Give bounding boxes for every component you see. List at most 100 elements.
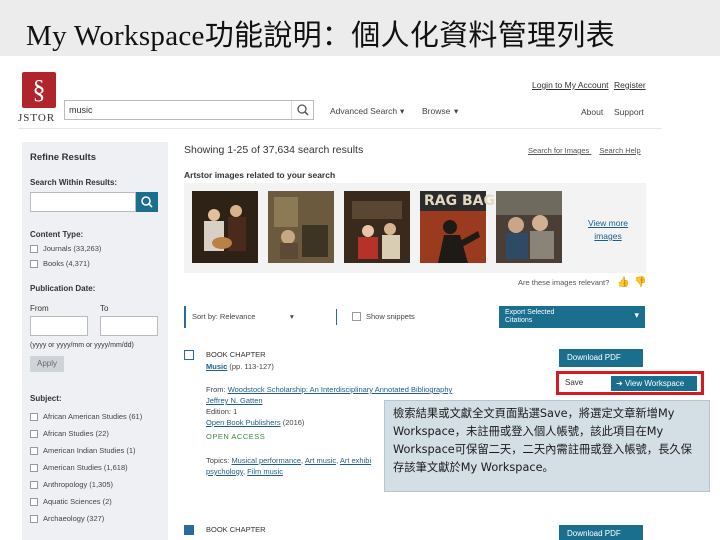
date-from-input[interactable] bbox=[30, 316, 88, 336]
subject-checkbox[interactable] bbox=[30, 515, 38, 523]
source-book-link[interactable]: Woodstock Scholarship: An Interdisciplin… bbox=[228, 385, 453, 394]
search-links: Search for Images Search Help bbox=[528, 146, 641, 155]
sort-toolbar: Sort by: Relevance ▾ Show snippets bbox=[184, 306, 494, 328]
artstor-thumbnail[interactable] bbox=[496, 191, 562, 263]
artstor-thumbnail[interactable]: RAG BAG bbox=[420, 191, 495, 263]
view-more-images-link[interactable]: View more images bbox=[578, 217, 638, 243]
toolbar-divider bbox=[336, 309, 337, 325]
search-within-input[interactable] bbox=[30, 192, 136, 212]
save-button[interactable]: Save bbox=[565, 378, 583, 387]
show-snippets-label: Show snippets bbox=[366, 312, 415, 321]
artstor-heading: Artstor images related to your search bbox=[184, 170, 336, 180]
subject-item: Anthropology (1,305) bbox=[43, 480, 114, 489]
author-link[interactable]: Jeffrey N. Gatten bbox=[206, 396, 263, 405]
search-within-label: Search Within Results: bbox=[30, 178, 118, 187]
edition-text: Edition: 1 bbox=[206, 407, 238, 416]
view-workspace-label: View Workspace bbox=[624, 379, 685, 388]
photo-image bbox=[496, 191, 562, 263]
subject-item: Aquatic Sciences (2) bbox=[43, 497, 112, 506]
publication-date-label: Publication Date: bbox=[30, 284, 96, 293]
books-filter-label: Books (4,371) bbox=[43, 259, 90, 268]
export-label-line1: Export Selected bbox=[505, 309, 555, 316]
artstor-thumbnail[interactable] bbox=[192, 191, 258, 263]
subject-checkbox[interactable] bbox=[30, 413, 38, 421]
result-title-link[interactable]: Music bbox=[206, 362, 227, 371]
journals-checkbox[interactable] bbox=[30, 245, 38, 253]
open-access-badge: OPEN ACCESS bbox=[206, 432, 266, 441]
subject-label: Subject: bbox=[30, 394, 62, 403]
subject-item: American Studies (1,618) bbox=[43, 463, 128, 472]
search-help-link[interactable]: Search Help bbox=[599, 146, 640, 155]
result-type: BOOK CHAPTER bbox=[206, 350, 266, 359]
search-within-button[interactable] bbox=[136, 192, 158, 212]
journals-filter-label: Journals (33,263) bbox=[43, 244, 102, 253]
chevron-down-icon: ▾ bbox=[290, 312, 294, 321]
view-workspace-button[interactable]: ➔ View Workspace bbox=[611, 376, 697, 391]
subject-checkbox[interactable] bbox=[30, 447, 38, 455]
artstor-thumbnails: RAG BAG View more images bbox=[184, 183, 646, 273]
date-to-input[interactable] bbox=[100, 316, 158, 336]
topic-link[interactable]: Film music bbox=[247, 467, 283, 476]
refine-title: Refine Results bbox=[30, 152, 96, 163]
download-pdf-button[interactable]: Download PDF bbox=[559, 525, 643, 540]
sort-dropdown[interactable]: Sort by: Relevance bbox=[192, 312, 255, 321]
poster-figure bbox=[420, 211, 486, 263]
publication-year: (2016) bbox=[282, 418, 305, 427]
subject-item: African American Studies (61) bbox=[43, 412, 143, 421]
painting-image bbox=[344, 191, 410, 263]
result-type: BOOK CHAPTER bbox=[206, 525, 266, 534]
books-checkbox[interactable] bbox=[30, 260, 38, 268]
topics-label: Topics: bbox=[206, 456, 230, 465]
refine-panel: Refine Results Search Within Results: Co… bbox=[22, 142, 168, 540]
jstor-logo[interactable]: § JSTOR bbox=[18, 72, 60, 126]
apply-button[interactable]: Apply bbox=[30, 356, 64, 372]
painting-image bbox=[268, 191, 334, 263]
topic-link[interactable]: psychology bbox=[206, 467, 243, 476]
thumbs-down-icon[interactable]: 👎 bbox=[634, 277, 646, 288]
export-label-line2: Citations bbox=[505, 317, 533, 324]
subject-item: African Studies (22) bbox=[43, 429, 109, 438]
results-count: Showing 1-25 of 37,634 search results bbox=[184, 144, 364, 156]
images-label: images bbox=[594, 231, 622, 241]
result-checkbox[interactable] bbox=[184, 350, 194, 360]
export-citations-button[interactable]: Export Selected Citations ▾ bbox=[499, 306, 645, 328]
show-snippets-checkbox[interactable] bbox=[352, 312, 361, 321]
topic-link[interactable]: Art music bbox=[305, 456, 336, 465]
date-to-label: To bbox=[100, 304, 109, 313]
relevance-question: Are these images relevant? bbox=[518, 278, 610, 287]
topic-link[interactable]: Art exhibi bbox=[340, 456, 371, 465]
thumbs-up-icon[interactable]: 👍 bbox=[617, 277, 629, 288]
jstor-emblem-icon: § bbox=[22, 72, 56, 108]
artstor-thumbnail[interactable] bbox=[268, 191, 334, 263]
date-from-label: From bbox=[30, 304, 49, 313]
search-images-link[interactable]: Search for Images bbox=[528, 146, 589, 155]
subject-checkbox[interactable] bbox=[30, 481, 38, 489]
download-pdf-button[interactable]: Download PDF bbox=[559, 349, 643, 367]
save-highlight: Save ➔ View Workspace bbox=[556, 371, 704, 395]
jstor-wordmark: JSTOR bbox=[18, 112, 56, 124]
annotation-callout: 檢索結果或文獻全文頁面點選Save，將選定文章新增My Workspace，未註… bbox=[384, 400, 710, 492]
date-format-hint: (yyyy or yyyy/mm or yyyy/mm/dd) bbox=[30, 342, 134, 349]
artstor-thumbnail[interactable] bbox=[344, 191, 410, 263]
painting-image bbox=[192, 191, 258, 263]
subject-item: American Indian Studies (1) bbox=[43, 446, 136, 455]
arrow-right-icon: ➔ bbox=[616, 379, 623, 388]
view-more-label: View more bbox=[588, 218, 628, 228]
content-type-label: Content Type: bbox=[30, 230, 84, 239]
result-checkbox[interactable] bbox=[184, 525, 194, 535]
subject-checkbox[interactable] bbox=[30, 498, 38, 506]
subject-checkbox[interactable] bbox=[30, 464, 38, 472]
chevron-down-icon: ▾ bbox=[634, 310, 639, 320]
subject-item: Archaeology (327) bbox=[43, 514, 105, 523]
search-icon bbox=[141, 196, 153, 208]
ragbag-title: RAG BAG bbox=[424, 193, 495, 209]
subject-checkbox[interactable] bbox=[30, 430, 38, 438]
publisher-link[interactable]: Open Book Publishers bbox=[206, 418, 281, 427]
slide-title-bar: My Workspace功能說明：個人化資料管理列表 bbox=[0, 0, 720, 56]
images-relevance: Are these images relevant? 👍 👎 bbox=[518, 277, 646, 288]
callout-text: 檢索結果或文獻全文頁面點選Save，將選定文章新增My Workspace，未註… bbox=[393, 407, 692, 474]
result-pages: (pp. 113-127) bbox=[229, 362, 274, 371]
topic-link[interactable]: Musical performance bbox=[231, 456, 301, 465]
slide-title: My Workspace功能說明：個人化資料管理列表 bbox=[26, 20, 615, 52]
from-label: From: bbox=[206, 385, 226, 394]
